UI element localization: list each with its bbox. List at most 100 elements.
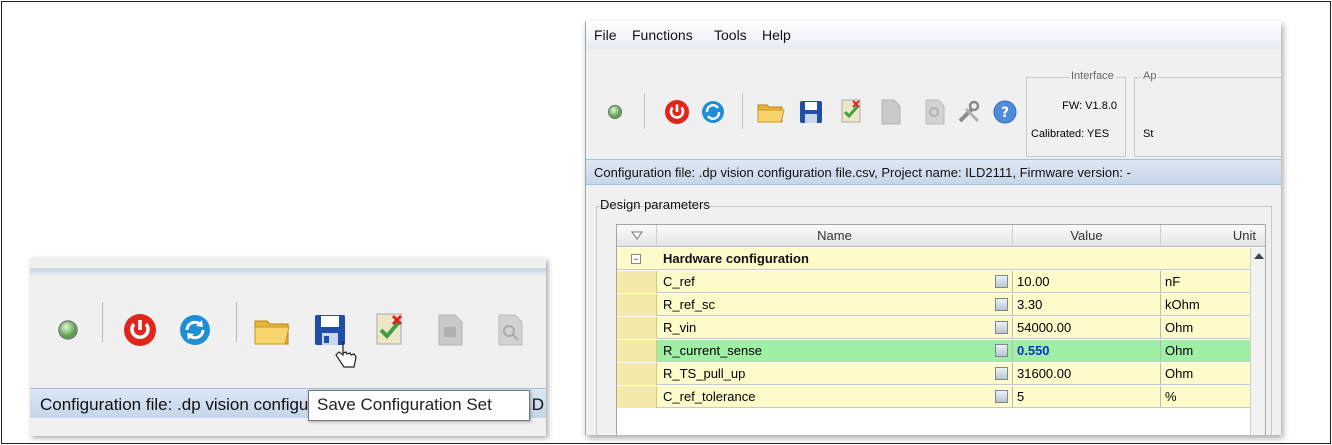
menu-help[interactable]: Help	[762, 27, 791, 43]
toolbar-separator	[644, 93, 645, 129]
menu-bar: File Functions Tools Help	[586, 21, 1281, 49]
search-document-button[interactable]	[490, 310, 530, 350]
refresh-button[interactable]	[698, 97, 728, 127]
toolbar-separator	[742, 93, 743, 129]
menu-functions[interactable]: Functions	[632, 27, 693, 43]
table-row[interactable]: R_ref_sc 3.30 kOhm	[617, 294, 1265, 316]
firmware-version: FW: V1.8.0	[1062, 100, 1117, 112]
calculator-icon[interactable]	[995, 321, 1008, 334]
open-folder-button[interactable]	[252, 310, 292, 350]
parameter-value[interactable]: 0.550	[1013, 340, 1161, 362]
refresh-icon	[702, 101, 724, 123]
help-button[interactable]: ?	[990, 97, 1020, 127]
save-disk-icon	[800, 101, 822, 123]
document-icon	[881, 99, 901, 125]
application-status-prefix: St	[1143, 128, 1154, 140]
table-row[interactable]: C_ref_tolerance 5%	[617, 386, 1265, 408]
parameter-unit: %	[1161, 386, 1250, 408]
parameter-value[interactable]: 3.30	[1013, 294, 1161, 316]
scroll-up-icon[interactable]	[1254, 253, 1264, 259]
mouse-pointer-icon	[335, 341, 357, 368]
save-tooltip: Save Configuration Set	[308, 390, 530, 421]
table-row[interactable]: R_vin 54000.00 Ohm	[617, 317, 1265, 339]
parameter-value[interactable]: 54000.00	[1013, 317, 1161, 339]
status-led-icon	[600, 97, 630, 127]
interface-group: Interface FW: V1.8.0 Calibrated: YES	[1026, 70, 1126, 157]
column-header-value[interactable]: Value	[1013, 225, 1161, 247]
refresh-icon	[180, 315, 210, 345]
open-folder-button[interactable]	[756, 97, 786, 127]
parameter-name: R_vin	[657, 317, 1013, 339]
toolbar-separator	[102, 302, 103, 342]
calculator-icon[interactable]	[995, 298, 1008, 311]
check-document-button[interactable]	[836, 97, 866, 127]
config-status-bar: Configuration file: .dp vision configura…	[586, 159, 1281, 185]
toolbar-separator	[236, 302, 237, 342]
power-icon	[124, 314, 156, 346]
search-document-icon	[498, 314, 523, 346]
row-gutter	[617, 271, 657, 293]
application-legend: Ap	[1141, 70, 1159, 82]
search-document-icon	[925, 99, 945, 125]
document-button[interactable]	[430, 310, 470, 350]
parameter-unit: Ohm	[1161, 363, 1250, 385]
group-row-hardware[interactable]: − Hardware configuration	[617, 248, 1250, 270]
collapse-icon[interactable]: −	[631, 254, 641, 264]
check-document-icon	[376, 313, 403, 345]
application-group: Ap St	[1134, 70, 1281, 157]
parameter-value[interactable]: 31600.00	[1013, 363, 1161, 385]
check-document-button[interactable]	[370, 310, 410, 350]
calculator-icon[interactable]	[995, 344, 1008, 357]
calculator-icon[interactable]	[995, 275, 1008, 288]
save-button[interactable]	[796, 97, 826, 127]
interface-legend: Interface	[1069, 70, 1116, 82]
table-row[interactable]: C_ref 10.00 nF	[617, 271, 1265, 293]
parameter-name: R_current_sense	[657, 340, 1013, 362]
open-folder-icon	[254, 320, 290, 345]
parameter-unit: Ohm	[1161, 340, 1250, 362]
document-icon	[438, 314, 463, 346]
filter-header[interactable]	[617, 225, 657, 247]
vertical-scrollbar[interactable]	[1250, 248, 1265, 435]
parameter-name: C_ref_tolerance	[657, 386, 1013, 408]
power-button[interactable]	[662, 97, 692, 127]
refresh-button[interactable]	[175, 310, 215, 350]
parameter-name: R_ref_sc	[657, 294, 1013, 316]
design-parameters-label: Design parameters	[600, 197, 710, 212]
menu-tools[interactable]: Tools	[714, 27, 747, 43]
row-gutter	[617, 317, 657, 339]
menu-file[interactable]: File	[594, 27, 617, 43]
search-document-button[interactable]	[920, 97, 950, 127]
tools-button[interactable]	[954, 97, 984, 127]
status-led-icon	[48, 310, 88, 350]
check-document-icon	[841, 99, 861, 123]
column-header-name[interactable]: Name	[657, 225, 1013, 247]
parameter-name: R_TS_pull_up	[657, 363, 1013, 385]
power-button[interactable]	[120, 310, 160, 350]
open-folder-icon	[757, 104, 785, 123]
parameter-unit: Ohm	[1161, 317, 1250, 339]
filter-icon	[630, 231, 643, 240]
document-button[interactable]	[876, 97, 906, 127]
parameters-grid: Name Value Unit − Hardware configuration…	[616, 224, 1266, 435]
table-row[interactable]: R_TS_pull_up 31600.00 Ohm	[617, 363, 1265, 385]
row-gutter	[617, 340, 657, 362]
parameter-value[interactable]: 5	[1013, 386, 1161, 408]
row-gutter	[617, 363, 657, 385]
power-icon	[665, 100, 689, 124]
parameter-value[interactable]: 10.00	[1013, 271, 1161, 293]
column-header-unit[interactable]: Unit	[1161, 225, 1265, 247]
svg-text:?: ?	[1001, 105, 1009, 121]
calculator-icon[interactable]	[995, 367, 1008, 380]
calibration-status: Calibrated: YES	[1031, 128, 1110, 140]
tools-icon	[958, 100, 980, 123]
table-row[interactable]: R_current_sense 0.550 Ohm	[617, 340, 1265, 362]
calculator-icon[interactable]	[995, 390, 1008, 403]
parameter-unit: nF	[1161, 271, 1250, 293]
row-gutter	[617, 386, 657, 408]
parameter-name: C_ref	[657, 271, 1013, 293]
group-label: Hardware configuration	[663, 251, 809, 266]
app-window: File Functions Tools Help ? Interface FW…	[585, 21, 1281, 435]
help-icon: ?	[993, 100, 1017, 124]
parameter-unit: kOhm	[1161, 294, 1250, 316]
